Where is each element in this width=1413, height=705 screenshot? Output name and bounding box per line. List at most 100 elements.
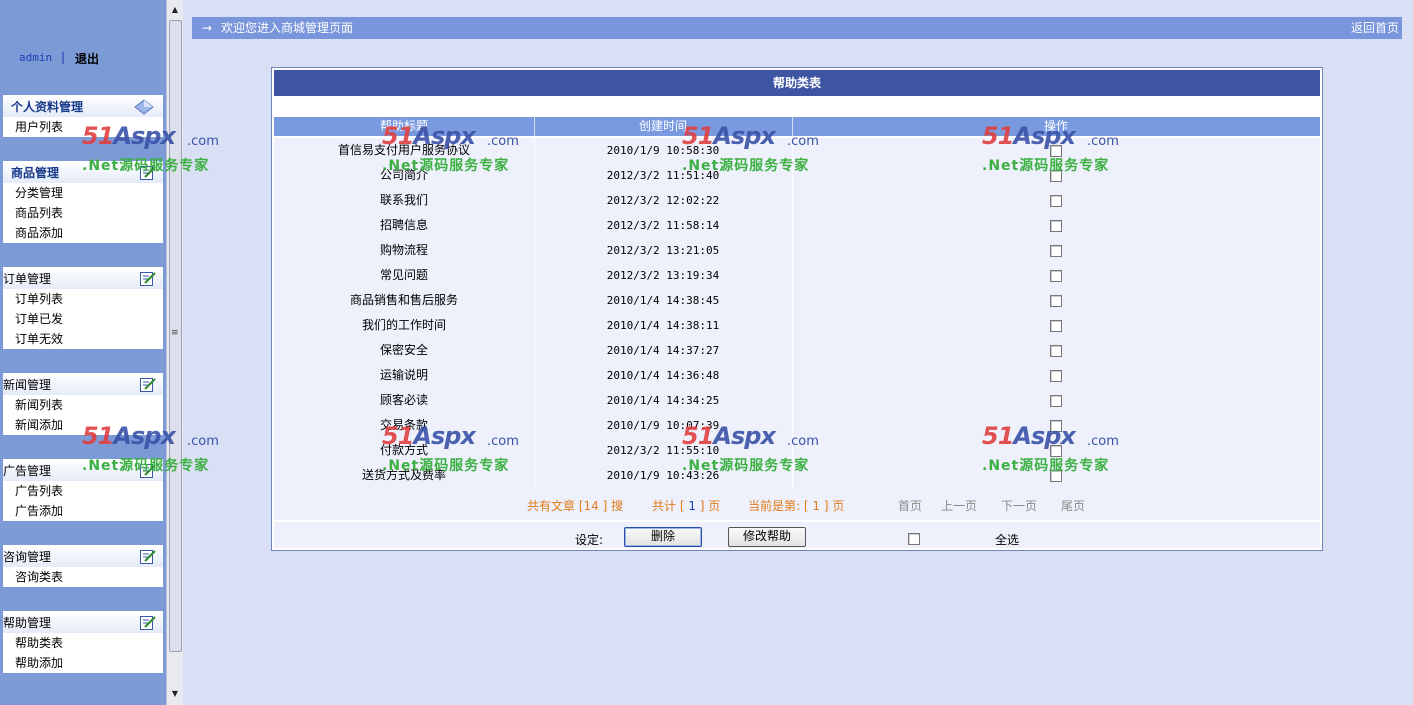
sidebar-item[interactable]: 订单列表 bbox=[3, 289, 163, 309]
table-row: 付款方式 2012/3/2 11:55:10 bbox=[274, 438, 1320, 464]
created-time-cell: 2010/1/4 14:34:25 bbox=[534, 388, 793, 413]
help-title-cell[interactable]: 购物流程 bbox=[274, 238, 535, 263]
sidebar-item[interactable]: 咨询类表 bbox=[3, 567, 163, 587]
edit-note-icon bbox=[139, 462, 156, 478]
sidebar-item[interactable]: 帮助添加 bbox=[3, 653, 163, 673]
prev-page-link[interactable]: 上一页 bbox=[941, 497, 977, 514]
help-title-cell[interactable]: 交易条款 bbox=[274, 413, 535, 438]
sidebar-item[interactable]: 订单无效 bbox=[3, 329, 163, 349]
user-bar: admin | 退出 bbox=[0, 48, 166, 70]
row-select-checkbox[interactable] bbox=[792, 438, 1320, 463]
help-title-cell[interactable]: 联系我们 bbox=[274, 188, 535, 213]
table-row: 商品销售和售后服务 2010/1/4 14:38:45 bbox=[274, 288, 1320, 314]
table-row: 我们的工作时间 2010/1/4 14:38:11 bbox=[274, 313, 1320, 339]
row-select-checkbox[interactable] bbox=[792, 213, 1320, 238]
row-select-checkbox[interactable] bbox=[792, 288, 1320, 313]
help-title-cell[interactable]: 我们的工作时间 bbox=[274, 313, 535, 338]
header-created-time: 创建时间 bbox=[534, 117, 793, 136]
logout-link[interactable]: 退出 bbox=[75, 50, 99, 67]
help-title-cell[interactable]: 保密安全 bbox=[274, 338, 535, 363]
help-title-cell[interactable]: 送货方式及费率 bbox=[274, 463, 535, 488]
created-time-cell: 2010/1/9 10:07:39 bbox=[534, 413, 793, 438]
row-select-checkbox[interactable] bbox=[792, 313, 1320, 338]
table-row: 公司简介 2012/3/2 11:51:40 bbox=[274, 163, 1320, 189]
total-articles: 共有文章 [14 ] 搜 bbox=[527, 499, 624, 513]
top-bar: → 欢迎您进入商城管理页面 返回首页 bbox=[192, 17, 1402, 39]
row-select-checkbox[interactable] bbox=[792, 338, 1320, 363]
sidebar-item[interactable]: 商品添加 bbox=[3, 223, 163, 243]
left-nav-frame: admin | 退出 个人资料管理 用户列表商品管理分类管理 商品列表 商品添加订单管… bbox=[0, 0, 166, 705]
help-title-cell[interactable]: 常见问题 bbox=[274, 263, 535, 288]
help-title-cell[interactable]: 招聘信息 bbox=[274, 213, 535, 238]
created-time-cell: 2012/3/2 11:51:40 bbox=[534, 163, 793, 188]
created-time-cell: 2010/1/4 14:36:48 bbox=[534, 363, 793, 388]
sidebar-item[interactable]: 帮助类表 bbox=[3, 633, 163, 653]
sidebar-section-header[interactable]: 广告管理 bbox=[3, 459, 163, 481]
created-time-cell: 2012/3/2 13:21:05 bbox=[534, 238, 793, 263]
select-all-label: 全选 bbox=[995, 533, 1020, 547]
panel-title: 帮助类表 bbox=[274, 70, 1320, 96]
row-select-checkbox[interactable] bbox=[792, 163, 1320, 188]
help-title-cell[interactable]: 运输说明 bbox=[274, 363, 535, 388]
first-page-link[interactable]: 首页 bbox=[898, 497, 922, 514]
row-select-checkbox[interactable] bbox=[792, 263, 1320, 288]
diamond-icon bbox=[133, 98, 155, 115]
current-page: 当前是第: [ 1 ] 页 bbox=[748, 499, 845, 513]
sidebar-section-header[interactable]: 个人资料管理 bbox=[3, 95, 163, 117]
help-title-cell[interactable]: 首信易支付用户服务协议 bbox=[274, 138, 535, 163]
row-select-checkbox[interactable] bbox=[792, 463, 1320, 488]
created-time-cell: 2012/3/2 13:19:34 bbox=[534, 263, 793, 288]
sidebar-item[interactable]: 分类管理 bbox=[3, 183, 163, 203]
next-page-link[interactable]: 下一页 bbox=[1001, 497, 1037, 514]
sidebar-section-header[interactable]: 新闻管理 bbox=[3, 373, 163, 395]
sidebar-item[interactable]: 广告列表 bbox=[3, 481, 163, 501]
sidebar-section-header[interactable]: 商品管理 bbox=[3, 161, 163, 183]
sidebar-item[interactable]: 订单已发 bbox=[3, 309, 163, 329]
created-time-cell: 2010/1/9 10:58:30 bbox=[534, 138, 793, 163]
delete-button[interactable]: 删除 bbox=[624, 527, 702, 547]
sidebar-item[interactable]: 用户列表 bbox=[3, 117, 163, 137]
scroll-up-arrow-icon[interactable]: ▲ bbox=[167, 2, 183, 18]
last-page-link[interactable]: 尾页 bbox=[1061, 497, 1085, 514]
left-frame-scrollbar[interactable]: ▲ ≡ ▼ bbox=[166, 0, 183, 705]
row-select-checkbox[interactable] bbox=[792, 238, 1320, 263]
table-row: 送货方式及费率 2010/1/9 10:43:26 bbox=[274, 463, 1320, 489]
sidebar-section-header[interactable]: 订单管理 bbox=[3, 267, 163, 289]
table-row: 顾客必读 2010/1/4 14:34:25 bbox=[274, 388, 1320, 414]
sidebar-section-header[interactable]: 咨询管理 bbox=[3, 545, 163, 567]
edit-note-icon bbox=[139, 614, 156, 630]
home-link[interactable]: 返回首页 bbox=[1351, 17, 1399, 39]
table-header: 帮助标题 创建时间 操作 bbox=[274, 117, 1320, 136]
edit-help-button[interactable]: 修改帮助 bbox=[728, 527, 806, 547]
row-select-checkbox[interactable] bbox=[792, 388, 1320, 413]
header-action: 操作 bbox=[1043, 119, 1068, 133]
table-row: 购物流程 2012/3/2 13:21:05 bbox=[274, 238, 1320, 264]
welcome-text: 欢迎您进入商城管理页面 bbox=[221, 21, 354, 35]
sidebar-section-header[interactable]: 帮助管理 bbox=[3, 611, 163, 633]
table-row: 运输说明 2010/1/4 14:36:48 bbox=[274, 363, 1320, 389]
sidebar-section-title: 订单管理 bbox=[3, 272, 52, 286]
sidebar-item[interactable]: 新闻列表 bbox=[3, 395, 163, 415]
row-select-checkbox[interactable] bbox=[792, 138, 1320, 163]
sidebar-section-title: 商品管理 bbox=[11, 166, 60, 180]
select-all-checkbox[interactable] bbox=[908, 531, 920, 545]
username-link[interactable]: admin bbox=[19, 51, 52, 64]
created-time-cell: 2012/3/2 11:58:14 bbox=[534, 213, 793, 238]
settings-label: 设定: bbox=[575, 533, 604, 547]
row-select-checkbox[interactable] bbox=[792, 188, 1320, 213]
help-title-cell[interactable]: 公司简介 bbox=[274, 163, 535, 188]
sidebar-section: 订单管理订单列表 订单已发 订单无效 bbox=[3, 267, 163, 349]
sidebar-item[interactable]: 新闻添加 bbox=[3, 415, 163, 435]
sidebar-section-title: 帮助管理 bbox=[3, 616, 52, 630]
row-select-checkbox[interactable] bbox=[792, 363, 1320, 388]
sidebar-item[interactable]: 商品列表 bbox=[3, 203, 163, 223]
row-select-checkbox[interactable] bbox=[792, 413, 1320, 438]
created-time-cell: 2012/3/2 12:02:22 bbox=[534, 188, 793, 213]
help-title-cell[interactable]: 商品销售和售后服务 bbox=[274, 288, 535, 313]
help-list-panel: 帮助类表 帮助标题 创建时间 操作 首信易支付用户服务协议 2010/1/9 10… bbox=[271, 67, 1323, 551]
scroll-down-arrow-icon[interactable]: ▼ bbox=[167, 686, 183, 702]
created-time-cell: 2010/1/9 10:43:26 bbox=[534, 463, 793, 488]
help-title-cell[interactable]: 顾客必读 bbox=[274, 388, 535, 413]
sidebar-item[interactable]: 广告添加 bbox=[3, 501, 163, 521]
help-title-cell[interactable]: 付款方式 bbox=[274, 438, 535, 463]
